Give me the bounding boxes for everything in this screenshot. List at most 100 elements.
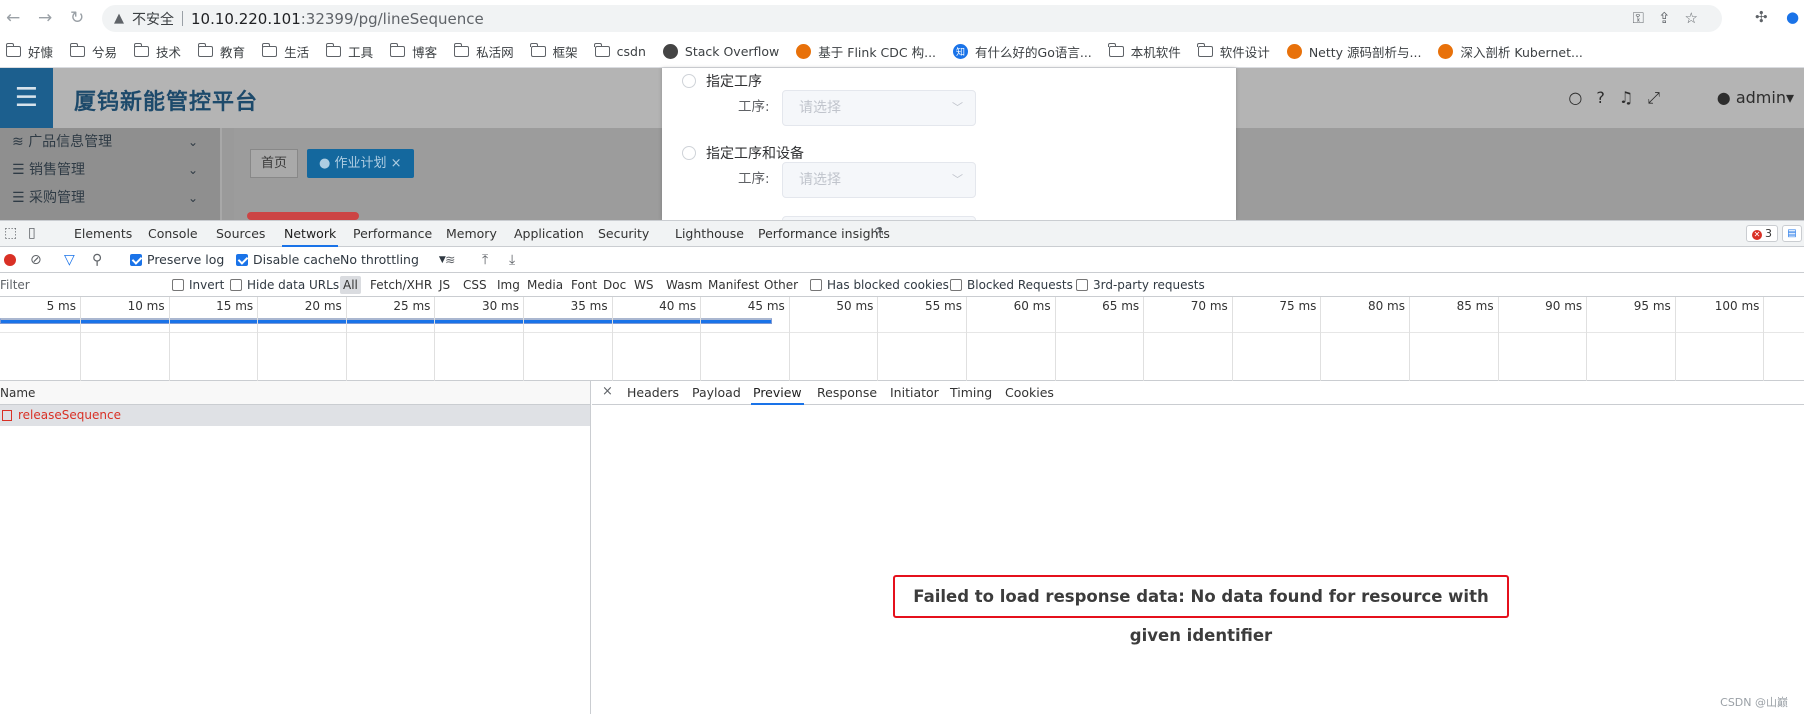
tab-network[interactable]: Network: [282, 221, 339, 247]
bookmark-item[interactable]: 基于 Flink CDC 构...: [796, 42, 936, 61]
bookmark-item[interactable]: csdn: [594, 43, 646, 59]
filter-type-all[interactable]: All: [340, 276, 361, 294]
export-icon[interactable]: ⤓: [509, 247, 515, 273]
bookmark-item[interactable]: 技术: [133, 42, 181, 61]
bell-icon[interactable]: ♫: [1619, 88, 1647, 107]
bookmark-item[interactable]: 知有什么好的Go语言...: [953, 42, 1092, 61]
fullscreen-icon[interactable]: ⤢: [1647, 88, 1674, 107]
import-icon[interactable]: ⤒: [482, 247, 488, 273]
user-menu[interactable]: ● admin▾: [1717, 88, 1794, 107]
sidebar-item-sales[interactable]: ☰ 销售管理 ⌄: [0, 156, 220, 184]
tab-application[interactable]: Application: [512, 221, 586, 247]
forward-icon[interactable]: →: [38, 8, 52, 28]
bookmark-item[interactable]: 深入剖析 Kubernet...: [1438, 42, 1583, 61]
sidebar-item-purchase[interactable]: ☰ 采购管理 ⌄: [0, 184, 220, 212]
help-icon[interactable]: ?: [1596, 88, 1619, 107]
blocked-cookies-checkbox[interactable]: Has blocked cookies: [810, 273, 949, 297]
disable-cache-checkbox[interactable]: Disable cache: [236, 247, 340, 273]
tab-console[interactable]: Console: [146, 221, 200, 247]
search-icon[interactable]: ○: [1568, 88, 1596, 107]
bookmark-item[interactable]: 兮易: [69, 42, 117, 61]
tab-security[interactable]: Security: [596, 221, 651, 247]
throttling-select[interactable]: No throttling ▼: [340, 247, 446, 273]
back-icon[interactable]: ←: [6, 8, 20, 28]
detail-tab-response[interactable]: Response: [815, 381, 879, 405]
tab-performance-insights[interactable]: Performance insights: [756, 221, 892, 247]
sidebar-item-product[interactable]: ≋ 广品信息管理 ⌄: [0, 128, 220, 156]
inspect-icon[interactable]: ⬚: [4, 225, 17, 241]
url-path[interactable]: :32399/pg/lineSequence: [301, 10, 484, 28]
bookmark-item[interactable]: 软件设计: [1197, 42, 1270, 61]
profile-icon[interactable]: ●: [1786, 8, 1799, 26]
messages-icon[interactable]: ▤: [1782, 225, 1802, 242]
invert-checkbox[interactable]: Invert: [172, 273, 224, 297]
share-icon[interactable]: ⇪: [1658, 9, 1685, 27]
tab-memory[interactable]: Memory: [444, 221, 499, 247]
insecure-label[interactable]: 不安全: [132, 9, 174, 29]
detail-tab-payload[interactable]: Payload: [690, 381, 743, 405]
tab-lighthouse[interactable]: Lighthouse: [673, 221, 746, 247]
devtools-tabbar: ⬚ ▯ Elements Console Sources Network Perform…: [0, 221, 1804, 247]
bookmark-item[interactable]: 教育: [197, 42, 245, 61]
bookmark-item[interactable]: 本机软件: [1108, 42, 1181, 61]
reload-icon[interactable]: ↻: [70, 8, 84, 28]
bookmark-item[interactable]: 博客: [389, 42, 437, 61]
key-icon[interactable]: ⚿: [1633, 9, 1658, 27]
tab-performance[interactable]: Performance: [351, 221, 434, 247]
network-timeline[interactable]: 5 ms 10 ms 15 ms 20 ms 25 ms 30 ms 35 ms 40 ms 4…: [0, 297, 1804, 381]
filter-icon[interactable]: ▽: [64, 247, 75, 273]
tab-sources[interactable]: Sources: [214, 221, 267, 247]
tab-plan[interactable]: ● 作业计划 ×: [307, 149, 414, 178]
url-host[interactable]: 10.10.220.101: [191, 10, 301, 28]
radio-option2[interactable]: [682, 146, 696, 160]
filter-type-fetch-xhr[interactable]: Fetch/XHR: [370, 273, 432, 297]
bookmark-item[interactable]: 工具: [325, 42, 373, 61]
filter-type-other[interactable]: Other: [764, 273, 798, 297]
menu-toggle-icon[interactable]: ☰: [0, 68, 53, 128]
blocked-requests-checkbox[interactable]: Blocked Requests: [950, 273, 1073, 297]
filter-type-css[interactable]: CSS: [463, 273, 487, 297]
timeline-tick-label: 55 ms: [924, 299, 962, 313]
filter-type-doc[interactable]: Doc: [603, 273, 626, 297]
filter-type-img[interactable]: Img: [497, 273, 520, 297]
bookmark-item[interactable]: Netty 源码剖析与...: [1286, 42, 1421, 61]
tab-elements[interactable]: Elements: [72, 221, 134, 247]
detail-tab-initiator[interactable]: Initiator: [888, 381, 941, 405]
bookmark-item[interactable]: 生活: [261, 42, 309, 61]
hide-data-urls-checkbox[interactable]: Hide data URLs: [230, 273, 339, 297]
process-select-1[interactable]: 请选择 ﹀: [782, 90, 976, 126]
detail-tab-preview[interactable]: Preview: [751, 381, 804, 405]
preserve-log-checkbox[interactable]: Preserve log: [130, 247, 224, 273]
process-select-2[interactable]: 请选择 ﹀: [782, 162, 976, 198]
extensions-icon[interactable]: ✣: [1755, 8, 1768, 26]
search-icon[interactable]: ⚲: [92, 247, 102, 273]
filter-type-media[interactable]: Media: [527, 273, 563, 297]
close-icon[interactable]: ×: [602, 381, 613, 403]
warning-icon[interactable]: ▲: [114, 11, 124, 26]
filter-type-font[interactable]: Font: [571, 273, 597, 297]
star-icon[interactable]: ☆: [1685, 9, 1712, 27]
filter-type-manifest[interactable]: Manifest: [708, 273, 759, 297]
bookmark-item[interactable]: 私活网: [453, 42, 514, 61]
filter-type-wasm[interactable]: Wasm: [666, 273, 702, 297]
name-column-header[interactable]: Name: [0, 381, 590, 405]
device-toggle-icon[interactable]: ▯: [28, 225, 36, 241]
filter-input[interactable]: Filter: [0, 273, 30, 297]
record-icon[interactable]: [4, 247, 16, 273]
filter-type-js[interactable]: JS: [439, 273, 450, 297]
radio-option1[interactable]: [682, 74, 696, 88]
request-row[interactable]: releaseSequence: [0, 405, 590, 426]
bookmark-item[interactable]: Stack Overflow: [662, 44, 779, 59]
bookmark-item[interactable]: 好慷: [5, 42, 53, 61]
detail-tab-headers[interactable]: Headers: [625, 381, 681, 405]
third-party-checkbox[interactable]: 3rd-party requests: [1076, 273, 1205, 297]
address-bar[interactable]: ▲ 不安全 10.10.220.101 :32399/pg/lineSequen…: [102, 5, 1722, 32]
network-conditions-icon[interactable]: ≋: [445, 247, 455, 273]
detail-tab-cookies[interactable]: Cookies: [1003, 381, 1056, 405]
detail-tab-timing[interactable]: Timing: [948, 381, 994, 405]
error-count-badge[interactable]: ✕ 3: [1746, 225, 1778, 242]
bookmark-item[interactable]: 框架: [530, 42, 578, 61]
clear-icon[interactable]: ⊘: [30, 247, 42, 273]
tab-home[interactable]: 首页: [250, 149, 299, 178]
filter-type-ws[interactable]: WS: [634, 273, 653, 297]
